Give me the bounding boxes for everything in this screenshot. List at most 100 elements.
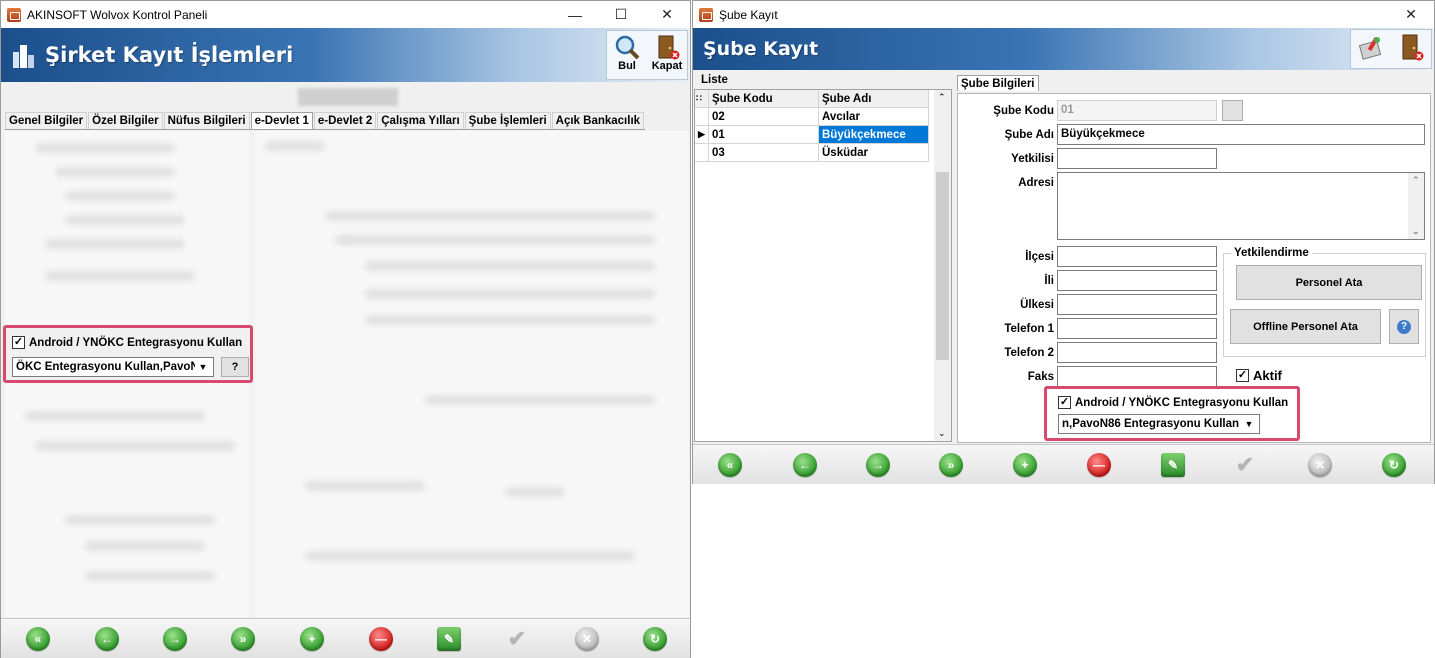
table-row-selected[interactable]: ▶ 01 Büyükçekmece (695, 126, 929, 144)
tab-genel-bilgiler[interactable]: Genel Bilgiler (5, 112, 88, 129)
scroll-thumb[interactable] (936, 172, 949, 360)
tab-acik-bankacilik[interactable]: Açık Bankacılık (551, 112, 645, 129)
minus-icon: — (369, 627, 393, 651)
city-label: İli (1044, 275, 1054, 287)
first-record-button[interactable]: « (26, 627, 50, 651)
country-field[interactable] (1057, 294, 1217, 315)
close-button[interactable]: ✕ (644, 1, 690, 28)
refresh-button[interactable]: ↻ (1382, 453, 1406, 477)
left-integration-combo[interactable]: ÖKC Entegrasyonu Kullan,PavoN ▼ (12, 357, 214, 377)
cancel-record-button[interactable]: ✕ (1308, 453, 1332, 477)
offline-assign-staff-button[interactable]: Offline Personel Ata (1230, 309, 1381, 344)
blurred-header-field (298, 88, 398, 106)
help-icon: ? (1397, 319, 1411, 334)
next-record-button[interactable]: → (866, 453, 890, 477)
left-banner-title: Şirket Kayıt İşlemleri (45, 43, 294, 67)
tab-e-devlet-1[interactable]: e-Devlet 1 (250, 112, 313, 129)
edit-record-button[interactable]: ✎ (437, 627, 461, 651)
find-label: Bul (618, 60, 636, 72)
left-integration-combo-value: ÖKC Entegrasyonu Kullan,PavoN (16, 361, 199, 373)
code-lookup-button[interactable] (1222, 100, 1243, 121)
name-field[interactable]: Büyükçekmece (1057, 124, 1425, 145)
column-header-code[interactable]: Şube Kodu (709, 90, 819, 108)
list-label: Liste (701, 74, 728, 86)
close-form-button[interactable]: Kapat (647, 31, 687, 79)
left-toolbar: Bul Kapat (606, 30, 688, 80)
maximize-button[interactable]: ☐ (598, 1, 644, 28)
right-integration-combo[interactable]: n,PavoN86 Entegrasyonu Kullan ▼ (1058, 414, 1260, 434)
authorized-field[interactable] (1057, 148, 1217, 169)
app-icon (7, 7, 21, 22)
add-record-button[interactable]: + (300, 627, 324, 651)
post-record-button[interactable]: ✔ (1233, 452, 1257, 477)
door-exit-icon (658, 35, 680, 60)
left-help-button[interactable]: ? (221, 357, 249, 377)
tab-ozel-bilgiler[interactable]: Özel Bilgiler (88, 112, 163, 129)
address-label: Adresi (1018, 177, 1054, 189)
right-integration-checkbox-row[interactable]: ✓ Android / YNÖKC Entegrasyonu Kullan (1058, 396, 1288, 409)
authorization-help-button[interactable]: ? (1389, 309, 1419, 344)
prev-record-button[interactable]: ← (793, 453, 817, 477)
tools-button[interactable] (1351, 30, 1391, 68)
code-field[interactable]: 01 (1057, 100, 1217, 121)
edit-icon: ✎ (437, 627, 461, 651)
prev-record-button[interactable]: ← (95, 627, 119, 651)
scroll-up-icon[interactable]: ⌃ (938, 92, 946, 103)
delete-record-button[interactable]: — (369, 627, 393, 651)
edit-record-button[interactable]: ✎ (1161, 453, 1185, 477)
close-button[interactable]: ✕ (1388, 1, 1434, 28)
right-integration-checkbox[interactable]: ✓ (1058, 396, 1071, 409)
cancel-icon: ✕ (1308, 453, 1332, 477)
left-integration-checkbox[interactable]: ✓ (12, 336, 25, 349)
cancel-icon: ✕ (575, 627, 599, 651)
scroll-down-icon[interactable]: ⌄ (938, 428, 946, 439)
last-icon: » (939, 453, 963, 477)
tab-sube-bilgileri[interactable]: Şube Bilgileri (957, 75, 1039, 91)
exit-button[interactable] (1391, 30, 1431, 68)
column-header-name[interactable]: Şube Adı (819, 90, 929, 108)
grid-scrollbar[interactable]: ⌃ ⌄ (934, 90, 951, 441)
left-integration-highlight: ✓ Android / YNÖKC Entegrasyonu Kullan ÖK… (3, 325, 253, 383)
delete-record-button[interactable]: — (1087, 453, 1111, 477)
refresh-button[interactable]: ↻ (643, 627, 667, 651)
city-field[interactable] (1057, 270, 1217, 291)
post-record-button[interactable]: ✔ (505, 626, 529, 651)
row-pointer-icon: ▶ (695, 126, 709, 144)
phone1-field[interactable] (1057, 318, 1217, 339)
find-button[interactable]: Bul (607, 31, 647, 79)
first-icon: « (718, 453, 742, 477)
active-checkbox-row[interactable]: ✓ Aktif (1236, 368, 1282, 383)
tab-e-devlet-2[interactable]: e-Devlet 2 (313, 112, 377, 129)
last-record-button[interactable]: » (231, 627, 255, 651)
tab-calisma-yillari[interactable]: Çalışma Yılları (377, 112, 464, 129)
last-icon: » (231, 627, 255, 651)
checkmark-icon: ✔ (507, 626, 527, 651)
phone2-field[interactable] (1057, 342, 1217, 363)
close-label: Kapat (651, 60, 683, 72)
active-checkbox[interactable]: ✓ (1236, 369, 1249, 382)
tab-nufus-bilgileri[interactable]: Nüfus Bilgileri (163, 112, 250, 129)
first-record-button[interactable]: « (718, 453, 742, 477)
right-window-title: Şube Kayıt (719, 7, 778, 22)
table-row[interactable]: 02 Avcılar (695, 108, 929, 126)
next-record-button[interactable]: → (163, 627, 187, 651)
address-field[interactable]: ⌃ ⌄ (1057, 172, 1425, 240)
authorization-group-label: Yetkilendirme (1231, 247, 1312, 259)
address-scrollbar[interactable]: ⌃ ⌄ (1408, 173, 1424, 239)
first-icon: « (26, 627, 50, 651)
minus-icon: — (1087, 453, 1111, 477)
left-integration-checkbox-row[interactable]: ✓ Android / YNÖKC Entegrasyonu Kullan (12, 336, 242, 349)
assign-staff-button[interactable]: Personel Ata (1236, 265, 1422, 300)
minimize-button[interactable]: — (552, 1, 598, 28)
district-field[interactable] (1057, 246, 1217, 267)
fax-field[interactable] (1057, 366, 1217, 387)
last-record-button[interactable]: » (939, 453, 963, 477)
tab-sube-islemleri[interactable]: Şube İşlemleri (464, 112, 551, 129)
left-titlebar: AKINSOFT Wolvox Kontrol Paneli — ☐ ✕ (1, 1, 690, 28)
add-record-button[interactable]: + (1013, 453, 1037, 477)
cancel-record-button[interactable]: ✕ (575, 627, 599, 651)
row-name: Avcılar (819, 108, 929, 126)
table-row[interactable]: 03 Üsküdar (695, 144, 929, 162)
chevron-down-icon: ▼ (1241, 415, 1257, 433)
arrow-left-icon: ← (793, 453, 817, 477)
